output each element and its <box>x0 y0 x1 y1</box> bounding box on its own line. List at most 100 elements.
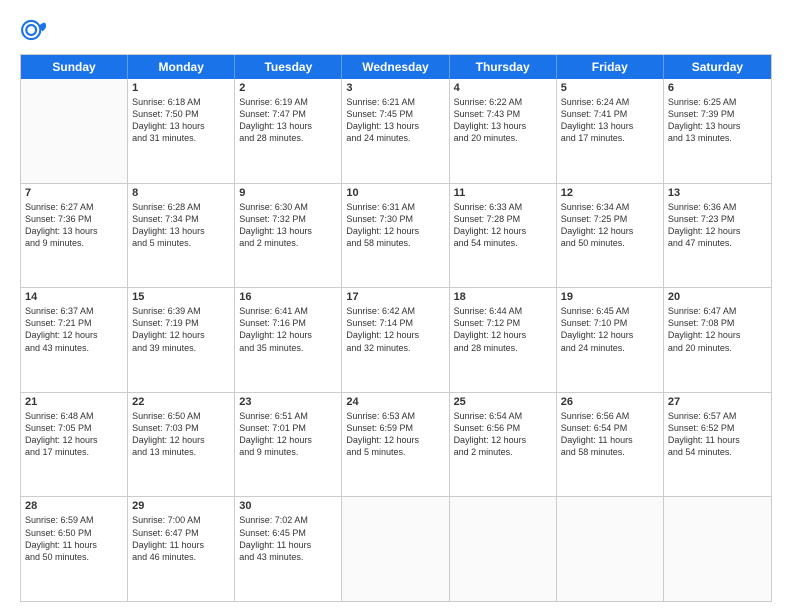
cell-info: Sunrise: 6:27 AM Sunset: 7:36 PM Dayligh… <box>25 201 123 250</box>
calendar-cell: 6 Sunrise: 6:25 AM Sunset: 7:39 PM Daylig… <box>664 79 771 183</box>
cell-day-number: 29 <box>132 500 230 512</box>
calendar-cell <box>664 497 771 601</box>
calendar-cell: 9Sunrise: 6:30 AM Sunset: 7:32 PM Daylig… <box>235 184 342 288</box>
cell-day-number: 2 <box>239 82 337 94</box>
calendar-body: 1 Sunrise: 6:18 AM Sunset: 7:50 PM Daylig… <box>21 79 771 601</box>
calendar-cell <box>342 497 449 601</box>
cell-info: Sunrise: 6:48 AM Sunset: 7:05 PM Dayligh… <box>25 410 123 459</box>
cell-info: Sunrise: 6:19 AM Sunset: 7:47 PM Dayligh… <box>239 96 337 145</box>
cell-day-number: 19 <box>561 291 659 303</box>
calendar-cell: 13 Sunrise: 6:36 AM Sunset: 7:23 PM Dayli… <box>664 184 771 288</box>
calendar-cell: 27 Sunrise: 6:57 AM Sunset: 6:52 PM Dayli… <box>664 393 771 497</box>
logo-icon <box>20 16 48 44</box>
calendar-cell: 14Sunrise: 6:37 AM Sunset: 7:21 PM Dayli… <box>21 288 128 392</box>
cell-info: Sunrise: 6:31 AM Sunset: 7:30 PM Dayligh… <box>346 201 444 250</box>
calendar-cell: 23 Sunrise: 6:51 AM Sunset: 7:01 PM Dayli… <box>235 393 342 497</box>
calendar-cell: 28 Sunrise: 6:59 AM Sunset: 6:50 PM Dayli… <box>21 497 128 601</box>
calendar-cell: 24 Sunrise: 6:53 AM Sunset: 6:59 PM Dayli… <box>342 393 449 497</box>
cell-info: Sunrise: 6:51 AM Sunset: 7:01 PM Dayligh… <box>239 410 337 459</box>
calendar-cell: 16 Sunrise: 6:41 AM Sunset: 7:16 PM Dayli… <box>235 288 342 392</box>
cell-info: Sunrise: 6:59 AM Sunset: 6:50 PM Dayligh… <box>25 514 123 563</box>
cell-info: Sunrise: 6:41 AM Sunset: 7:16 PM Dayligh… <box>239 305 337 354</box>
calendar-cell: 30Sunrise: 7:02 AM Sunset: 6:45 PM Dayli… <box>235 497 342 601</box>
weekday-header: Friday <box>557 55 664 79</box>
cell-day-number: 27 <box>668 396 767 408</box>
calendar-row: 7 Sunrise: 6:27 AM Sunset: 7:36 PM Daylig… <box>21 184 771 289</box>
calendar-row: 14Sunrise: 6:37 AM Sunset: 7:21 PM Dayli… <box>21 288 771 393</box>
calendar-header: SundayMondayTuesdayWednesdayThursdayFrid… <box>21 55 771 79</box>
cell-info: Sunrise: 6:18 AM Sunset: 7:50 PM Dayligh… <box>132 96 230 145</box>
cell-info: Sunrise: 6:34 AM Sunset: 7:25 PM Dayligh… <box>561 201 659 250</box>
cell-day-number: 16 <box>239 291 337 303</box>
weekday-header: Wednesday <box>342 55 449 79</box>
cell-info: Sunrise: 6:53 AM Sunset: 6:59 PM Dayligh… <box>346 410 444 459</box>
cell-day-number: 24 <box>346 396 444 408</box>
calendar-row: 21 Sunrise: 6:48 AM Sunset: 7:05 PM Dayli… <box>21 393 771 498</box>
cell-info: Sunrise: 6:54 AM Sunset: 6:56 PM Dayligh… <box>454 410 552 459</box>
cell-day-number: 14 <box>25 291 123 303</box>
cell-day-number: 23 <box>239 396 337 408</box>
calendar-cell: 4Sunrise: 6:22 AM Sunset: 7:43 PM Daylig… <box>450 79 557 183</box>
calendar-cell: 11 Sunrise: 6:33 AM Sunset: 7:28 PM Dayli… <box>450 184 557 288</box>
calendar-cell <box>21 79 128 183</box>
cell-day-number: 6 <box>668 82 767 94</box>
cell-day-number: 25 <box>454 396 552 408</box>
cell-info: Sunrise: 6:36 AM Sunset: 7:23 PM Dayligh… <box>668 201 767 250</box>
calendar-row: 1 Sunrise: 6:18 AM Sunset: 7:50 PM Daylig… <box>21 79 771 184</box>
cell-day-number: 8 <box>132 187 230 199</box>
cell-info: Sunrise: 7:00 AM Sunset: 6:47 PM Dayligh… <box>132 514 230 563</box>
calendar-cell: 29 Sunrise: 7:00 AM Sunset: 6:47 PM Dayli… <box>128 497 235 601</box>
calendar-cell: 1 Sunrise: 6:18 AM Sunset: 7:50 PM Daylig… <box>128 79 235 183</box>
cell-day-number: 17 <box>346 291 444 303</box>
calendar-cell: 7 Sunrise: 6:27 AM Sunset: 7:36 PM Daylig… <box>21 184 128 288</box>
cell-info: Sunrise: 6:24 AM Sunset: 7:41 PM Dayligh… <box>561 96 659 145</box>
calendar-cell: 21 Sunrise: 6:48 AM Sunset: 7:05 PM Dayli… <box>21 393 128 497</box>
weekday-header: Monday <box>128 55 235 79</box>
cell-info: Sunrise: 6:44 AM Sunset: 7:12 PM Dayligh… <box>454 305 552 354</box>
calendar-cell: 12Sunrise: 6:34 AM Sunset: 7:25 PM Dayli… <box>557 184 664 288</box>
cell-info: Sunrise: 6:57 AM Sunset: 6:52 PM Dayligh… <box>668 410 767 459</box>
cell-day-number: 11 <box>454 187 552 199</box>
calendar-cell: 8Sunrise: 6:28 AM Sunset: 7:34 PM Daylig… <box>128 184 235 288</box>
cell-day-number: 22 <box>132 396 230 408</box>
cell-day-number: 18 <box>454 291 552 303</box>
cell-day-number: 13 <box>668 187 767 199</box>
cell-info: Sunrise: 6:25 AM Sunset: 7:39 PM Dayligh… <box>668 96 767 145</box>
cell-day-number: 30 <box>239 500 337 512</box>
calendar-cell: 2 Sunrise: 6:19 AM Sunset: 7:47 PM Daylig… <box>235 79 342 183</box>
cell-info: Sunrise: 6:39 AM Sunset: 7:19 PM Dayligh… <box>132 305 230 354</box>
calendar: SundayMondayTuesdayWednesdayThursdayFrid… <box>20 54 772 602</box>
header <box>20 16 772 44</box>
calendar-row: 28 Sunrise: 6:59 AM Sunset: 6:50 PM Dayli… <box>21 497 771 601</box>
cell-info: Sunrise: 6:45 AM Sunset: 7:10 PM Dayligh… <box>561 305 659 354</box>
cell-info: Sunrise: 6:47 AM Sunset: 7:08 PM Dayligh… <box>668 305 767 354</box>
cell-info: Sunrise: 6:56 AM Sunset: 6:54 PM Dayligh… <box>561 410 659 459</box>
calendar-cell: 5 Sunrise: 6:24 AM Sunset: 7:41 PM Daylig… <box>557 79 664 183</box>
calendar-cell: 15 Sunrise: 6:39 AM Sunset: 7:19 PM Dayli… <box>128 288 235 392</box>
cell-day-number: 10 <box>346 187 444 199</box>
cell-info: Sunrise: 6:42 AM Sunset: 7:14 PM Dayligh… <box>346 305 444 354</box>
weekday-header: Tuesday <box>235 55 342 79</box>
cell-day-number: 7 <box>25 187 123 199</box>
cell-day-number: 15 <box>132 291 230 303</box>
cell-info: Sunrise: 6:50 AM Sunset: 7:03 PM Dayligh… <box>132 410 230 459</box>
calendar-cell: 3Sunrise: 6:21 AM Sunset: 7:45 PM Daylig… <box>342 79 449 183</box>
calendar-cell: 10 Sunrise: 6:31 AM Sunset: 7:30 PM Dayli… <box>342 184 449 288</box>
cell-day-number: 9 <box>239 187 337 199</box>
cell-info: Sunrise: 6:33 AM Sunset: 7:28 PM Dayligh… <box>454 201 552 250</box>
cell-day-number: 20 <box>668 291 767 303</box>
calendar-cell: 22 Sunrise: 6:50 AM Sunset: 7:03 PM Dayli… <box>128 393 235 497</box>
cell-day-number: 1 <box>132 82 230 94</box>
weekday-header: Thursday <box>450 55 557 79</box>
calendar-cell: 18 Sunrise: 6:44 AM Sunset: 7:12 PM Dayli… <box>450 288 557 392</box>
cell-day-number: 26 <box>561 396 659 408</box>
cell-day-number: 21 <box>25 396 123 408</box>
cell-day-number: 5 <box>561 82 659 94</box>
calendar-cell <box>557 497 664 601</box>
calendar-cell: 26 Sunrise: 6:56 AM Sunset: 6:54 PM Dayli… <box>557 393 664 497</box>
calendar-cell: 20 Sunrise: 6:47 AM Sunset: 7:08 PM Dayli… <box>664 288 771 392</box>
calendar-cell: 25 Sunrise: 6:54 AM Sunset: 6:56 PM Dayli… <box>450 393 557 497</box>
cell-day-number: 28 <box>25 500 123 512</box>
weekday-header: Saturday <box>664 55 771 79</box>
calendar-cell: 19 Sunrise: 6:45 AM Sunset: 7:10 PM Dayli… <box>557 288 664 392</box>
